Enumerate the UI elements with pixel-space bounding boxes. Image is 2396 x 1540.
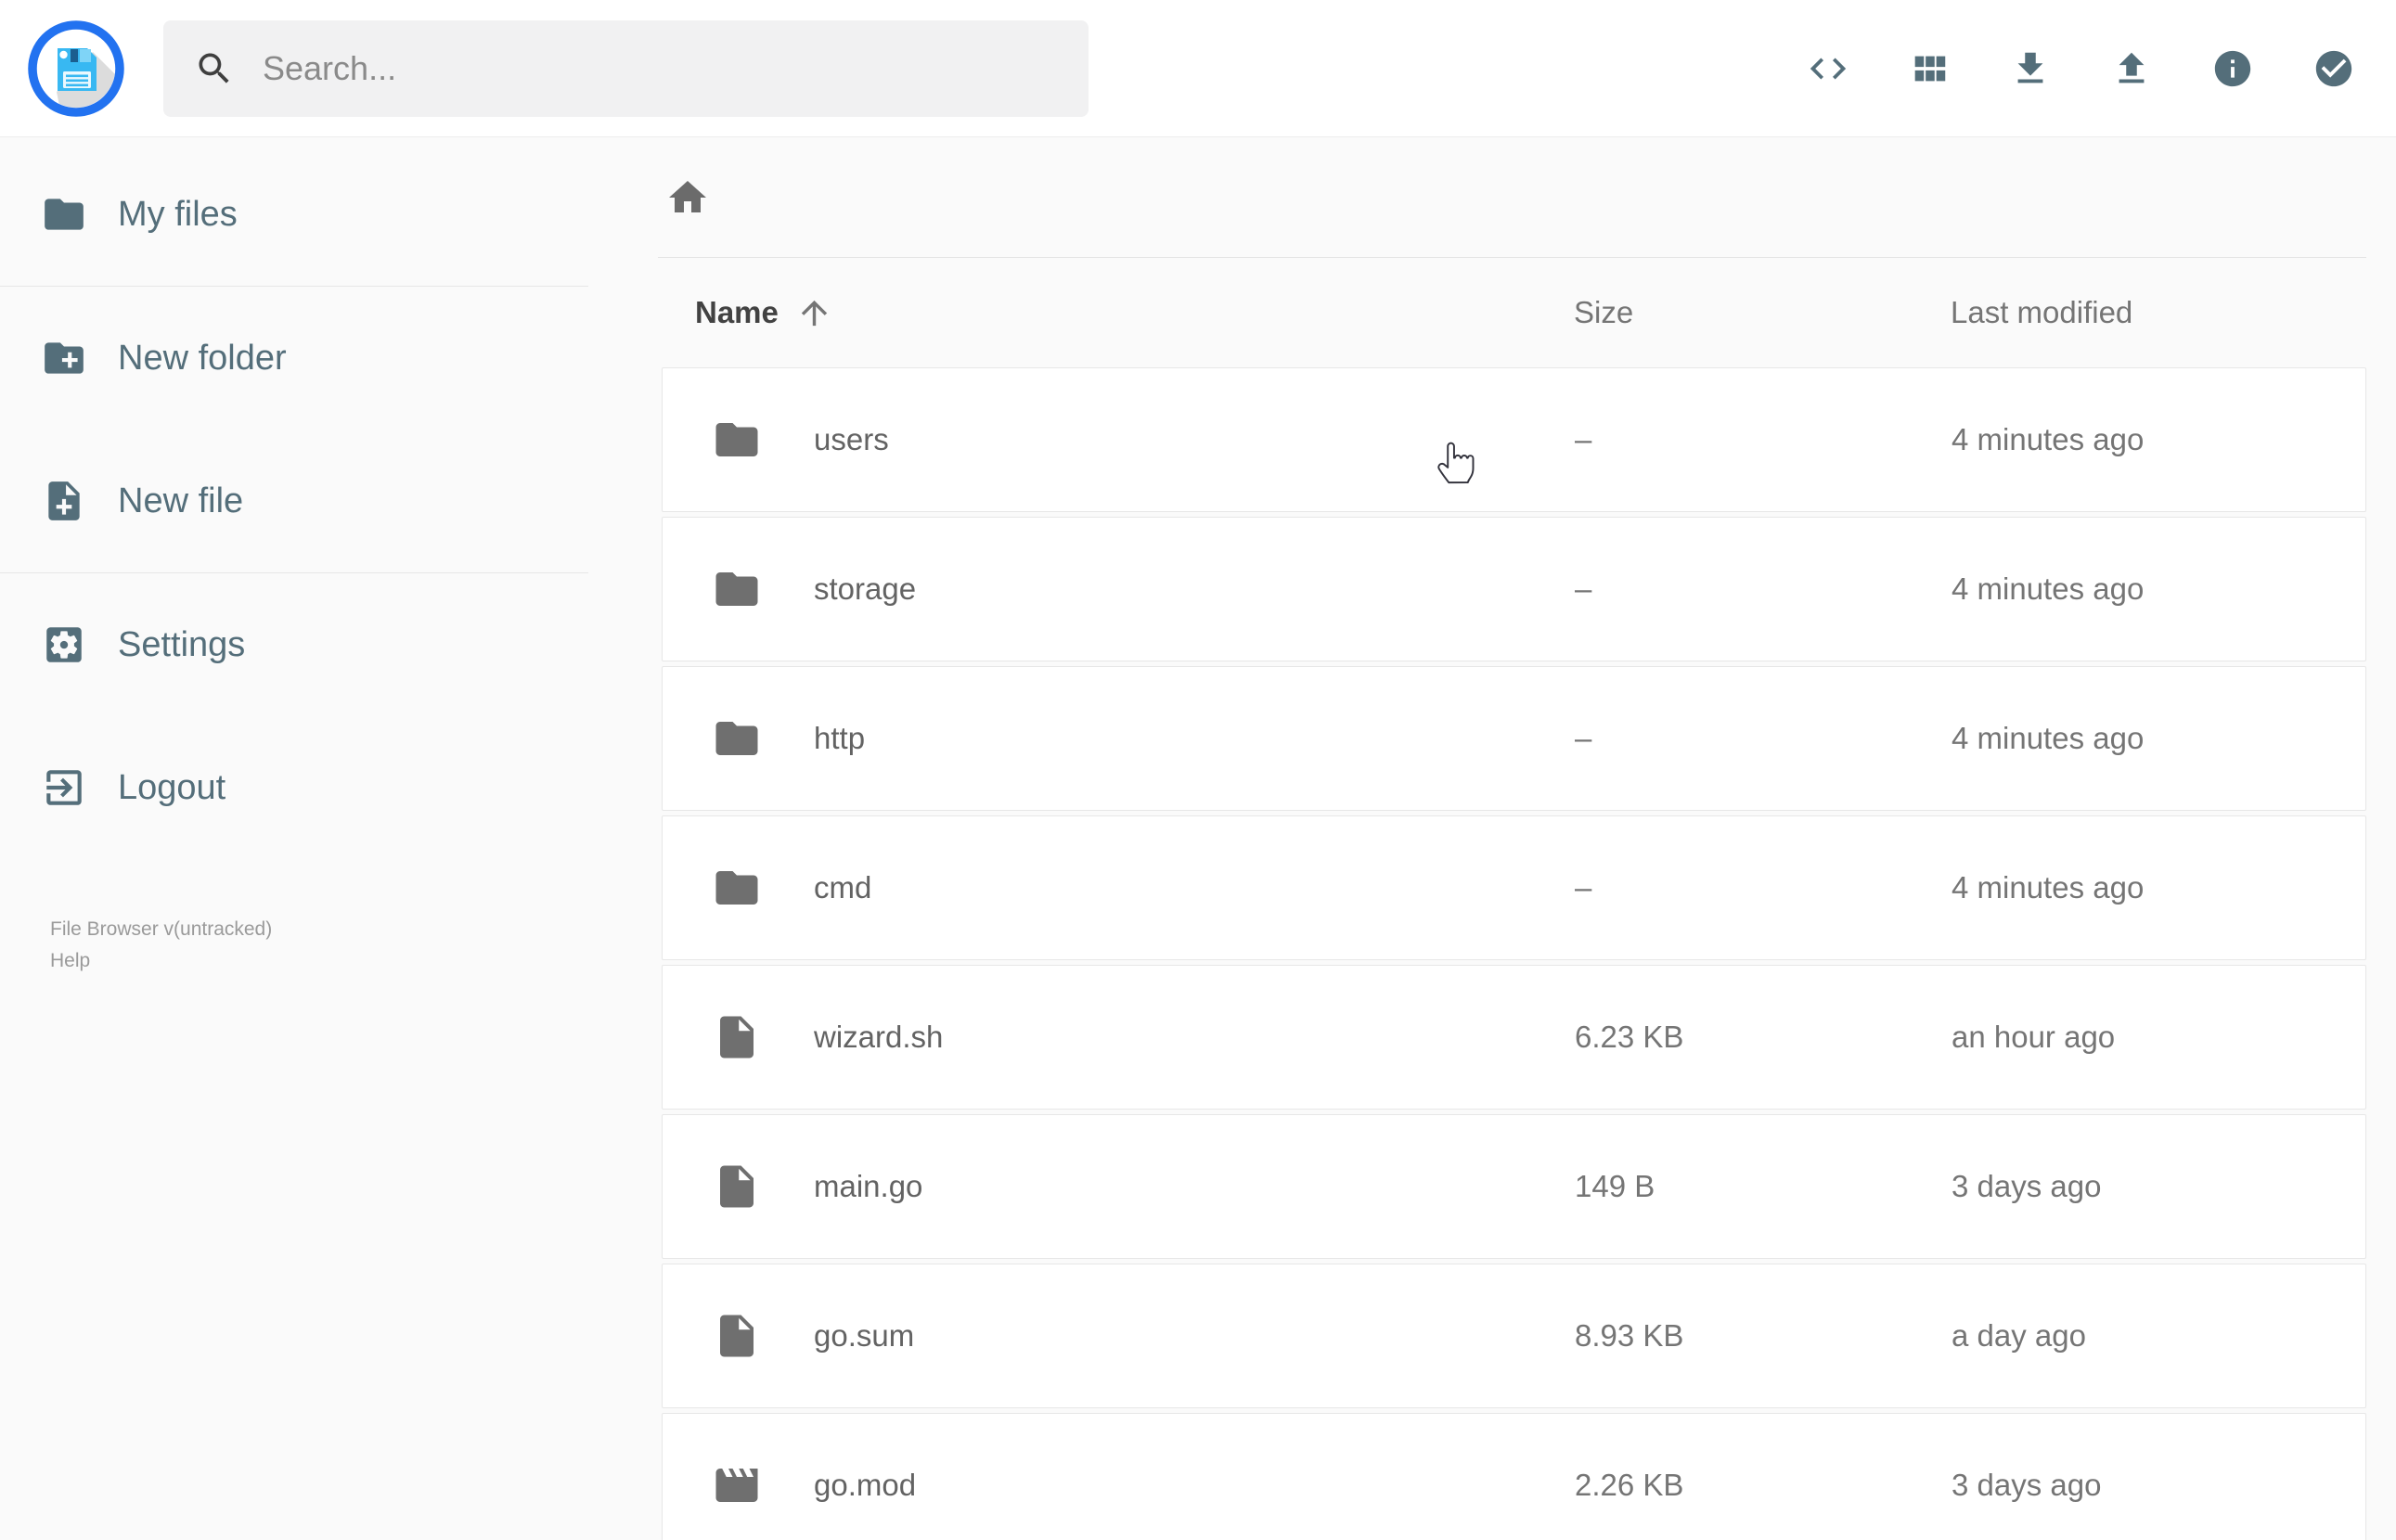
- version-label: File Browser v(untracked): [50, 918, 273, 940]
- listing-rows: users – 4 minutes ago storage – 4 minute…: [662, 367, 2366, 1540]
- switch-view-button[interactable]: [1908, 47, 1951, 90]
- sidebar-item-new-folder[interactable]: New folder: [0, 287, 588, 430]
- file-size: 149 B: [1575, 1169, 1655, 1203]
- sidebar-item-label: New file: [118, 481, 244, 520]
- file-modified: 4 minutes ago: [1952, 721, 2145, 755]
- file-modified: 4 minutes ago: [1952, 422, 2145, 456]
- table-row[interactable]: cmd – 4 minutes ago: [662, 815, 2366, 960]
- file-name: wizard.sh: [814, 1020, 944, 1054]
- folder-icon: [715, 423, 758, 456]
- help-link[interactable]: Help: [50, 945, 272, 977]
- file-name: main.go: [814, 1169, 923, 1203]
- download-icon: [2017, 52, 2043, 83]
- file-name: http: [814, 721, 866, 755]
- file-modified: 3 days ago: [1952, 1169, 2102, 1203]
- filebrowser-logo-icon[interactable]: [28, 19, 124, 117]
- download-button[interactable]: [2009, 47, 2052, 90]
- sidebar-item-label: My files: [118, 194, 238, 234]
- grid-view-icon: [1914, 56, 1946, 81]
- column-header-name[interactable]: Name: [662, 294, 1574, 332]
- settings-icon: [46, 627, 82, 662]
- select-multiple-button[interactable]: [2312, 47, 2355, 90]
- file-name: cmd: [814, 870, 872, 905]
- sidebar: My files New folder New file Settings Lo…: [0, 137, 588, 1540]
- table-row[interactable]: http – 4 minutes ago: [662, 666, 2366, 811]
- column-header-modified[interactable]: Last modified: [1951, 295, 2366, 330]
- raw-view-button[interactable]: [1807, 47, 1849, 90]
- sidebar-item-label: Settings: [118, 624, 246, 664]
- search-icon: [199, 53, 229, 83]
- folder-icon: [45, 199, 84, 230]
- sidebar-item-new-file[interactable]: New file: [0, 430, 588, 572]
- file-size: –: [1575, 721, 1592, 755]
- file-size: –: [1575, 571, 1592, 606]
- column-header-size[interactable]: Size: [1574, 295, 1951, 330]
- folder-icon: [715, 871, 758, 905]
- code-icon: [1810, 58, 1847, 79]
- file-icon: [720, 1315, 754, 1357]
- file-size: 6.23 KB: [1575, 1020, 1684, 1054]
- topbar-actions: [1807, 47, 2355, 90]
- file-modified: a day ago: [1952, 1318, 2086, 1353]
- upload-button[interactable]: [2110, 47, 2153, 90]
- file-listing: Name Size Last modified users – 4 minute…: [588, 137, 2396, 1540]
- file-modified: 4 minutes ago: [1952, 571, 2145, 606]
- sidebar-item-label: Logout: [118, 767, 226, 807]
- file-name: go.mod: [814, 1468, 917, 1502]
- file-modified: 3 days ago: [1952, 1468, 2102, 1502]
- table-row[interactable]: go.sum 8.93 KB a day ago: [662, 1264, 2366, 1408]
- file-size: –: [1575, 870, 1592, 905]
- file-name: users: [814, 422, 889, 456]
- file-modified: 4 minutes ago: [1952, 870, 2145, 905]
- search-input[interactable]: [263, 48, 1024, 88]
- file-name: go.sum: [814, 1318, 915, 1353]
- new-file-icon: [48, 481, 80, 520]
- file-icon: [720, 1016, 754, 1059]
- logout-icon: [46, 770, 82, 805]
- check-circle-icon: [2315, 50, 2352, 86]
- search-bar: [163, 19, 1089, 117]
- file-icon: [720, 1165, 754, 1208]
- sidebar-footer: File Browser v(untracked) Help: [50, 914, 272, 977]
- listing-header: Name Size Last modified: [662, 258, 2366, 367]
- sidebar-item-logout[interactable]: Logout: [0, 716, 588, 859]
- sidebar-item-settings[interactable]: Settings: [0, 573, 588, 716]
- new-folder-icon: [45, 342, 84, 374]
- upload-icon: [2119, 52, 2145, 83]
- sidebar-item-label: New folder: [118, 338, 287, 378]
- folder-icon: [715, 572, 758, 606]
- table-row[interactable]: wizard.sh 6.23 KB an hour ago: [662, 965, 2366, 1110]
- movie-file-icon: [715, 1469, 758, 1502]
- file-size: 2.26 KB: [1575, 1468, 1684, 1502]
- info-button[interactable]: [2211, 47, 2254, 90]
- sidebar-item-my-files[interactable]: My files: [0, 143, 588, 286]
- folder-icon: [715, 722, 758, 755]
- table-row[interactable]: main.go 149 B 3 days ago: [662, 1114, 2366, 1259]
- table-row[interactable]: users – 4 minutes ago: [662, 367, 2366, 512]
- table-row[interactable]: go.mod 2.26 KB 3 days ago: [662, 1413, 2366, 1540]
- file-name: storage: [814, 571, 917, 606]
- home-icon: [669, 180, 706, 212]
- sort-ascending-icon: [801, 300, 828, 326]
- file-size: 8.93 KB: [1575, 1318, 1684, 1353]
- breadcrumb: [662, 137, 2366, 257]
- table-row[interactable]: storage – 4 minutes ago: [662, 517, 2366, 661]
- topbar: [0, 0, 2396, 137]
- info-icon: [2214, 50, 2251, 86]
- file-modified: an hour ago: [1952, 1020, 2116, 1054]
- breadcrumb-home-button[interactable]: [665, 175, 710, 220]
- file-size: –: [1575, 422, 1592, 456]
